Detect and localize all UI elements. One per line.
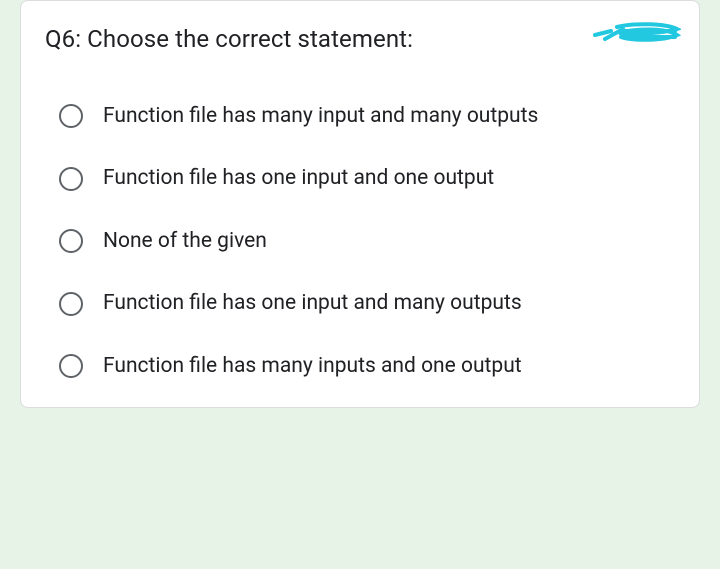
option-row[interactable]: Function file has one input and many out…: [45, 272, 675, 334]
option-row[interactable]: Function file has many input and many ou…: [45, 85, 675, 147]
option-row[interactable]: None of the given: [45, 210, 675, 272]
radio-icon: [59, 104, 83, 128]
radio-icon: [59, 229, 83, 253]
option-label: Function file has many inputs and one ou…: [103, 351, 522, 381]
question-card: Q6: Choose the correct statement: Functi…: [20, 0, 700, 408]
option-label: Function file has one input and one outp…: [103, 163, 494, 193]
radio-icon: [59, 292, 83, 316]
question-title: Q6: Choose the correct statement:: [45, 25, 675, 53]
option-row[interactable]: Function file has one input and one outp…: [45, 147, 675, 209]
option-label: Function file has many input and many ou…: [103, 101, 538, 131]
annotation-scribble: [593, 21, 681, 47]
option-label: Function file has one input and many out…: [103, 288, 522, 318]
radio-icon: [59, 354, 83, 378]
option-row[interactable]: Function file has many inputs and one ou…: [45, 335, 675, 397]
option-label: None of the given: [103, 226, 267, 256]
radio-icon: [59, 167, 83, 191]
